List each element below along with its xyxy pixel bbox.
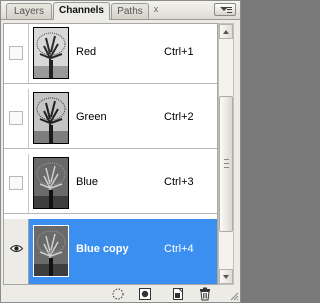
channel-row-green[interactable]: Green Ctrl+2 [4,89,217,149]
channel-name: Red [76,46,97,58]
tab-channels[interactable]: Channels [53,2,110,20]
visibility-toggle[interactable] [9,176,23,190]
visibility-cell[interactable] [4,154,29,213]
channel-name: Blue [76,176,99,188]
channel-thumbnail-red [33,27,69,79]
channel-thumbnail-blue [33,157,69,209]
tree-thumbnail-icon [34,226,68,276]
channel-row-blue[interactable]: Blue Ctrl+3 [4,154,217,214]
grip-icon [224,159,229,168]
scroll-thumb[interactable] [219,96,233,232]
panel-bottom-toolbar [1,286,240,302]
channel-shortcut: Ctrl+2 [164,111,194,123]
channel-thumbnail-blue-copy [33,225,69,277]
create-new-channel-icon[interactable] [171,287,185,301]
close-tab-icon[interactable]: x [151,4,161,14]
scroll-down-button[interactable] [219,269,233,284]
visibility-toggle[interactable] [9,46,23,60]
resize-grip-icon[interactable] [229,291,239,301]
vertical-scrollbar[interactable] [218,23,234,285]
arrow-down-icon [223,275,229,279]
eye-icon[interactable] [10,244,23,253]
channel-shortcut: Ctrl+4 [164,243,194,255]
channel-shortcut: Ctrl+1 [164,46,194,58]
tree-thumbnail-icon [34,28,68,78]
channel-list: Red Ctrl+1 Green Ctrl+2 Blue Ctrl+3 Blue… [3,23,218,285]
save-selection-as-channel-icon[interactable] [138,287,152,301]
channel-thumbnail-green [33,92,69,144]
panel-menu-button[interactable] [214,3,236,16]
menu-lines-icon [227,7,232,13]
load-channel-as-selection-icon[interactable] [111,287,125,301]
visibility-cell[interactable] [4,89,29,148]
visibility-toggle[interactable] [9,111,23,125]
visibility-cell[interactable] [4,24,29,83]
tab-paths[interactable]: Paths [111,3,149,19]
channel-row-red[interactable]: Red Ctrl+1 [4,24,217,84]
channel-row-blue-copy[interactable]: Blue copy Ctrl+4 [4,219,217,284]
tab-layers[interactable]: Layers [6,3,52,19]
visibility-cell[interactable] [4,219,29,284]
tree-thumbnail-icon [34,93,68,143]
channel-name: Green [76,111,107,123]
tree-thumbnail-icon [34,158,68,208]
channel-name: Blue copy [76,243,129,255]
panel-tab-bar: Layers Channels Paths x [1,1,240,20]
delete-channel-icon[interactable] [198,287,212,301]
scroll-up-button[interactable] [219,24,233,39]
channel-shortcut: Ctrl+3 [164,176,194,188]
arrow-up-icon [223,30,229,34]
channels-panel: Layers Channels Paths x Red Ctrl+1 Green… [0,0,241,303]
